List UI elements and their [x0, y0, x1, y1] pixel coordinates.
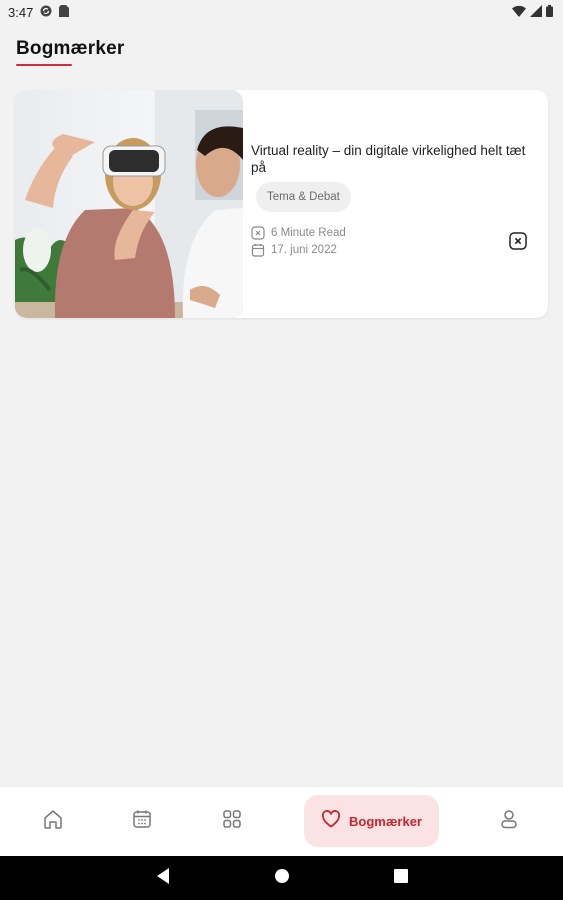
nav-categories[interactable]: [201, 795, 263, 847]
wifi-icon: [512, 5, 526, 20]
status-bar: 3:47: [0, 0, 563, 24]
page-title: Bogmærker: [16, 38, 125, 59]
back-icon: [155, 867, 171, 890]
category-chip[interactable]: Tema & Debat: [256, 182, 351, 212]
system-recents-button[interactable]: [381, 856, 421, 900]
home-icon: [42, 808, 64, 835]
title-underline: [16, 64, 72, 66]
status-right: [512, 4, 553, 20]
sim-card-icon: [59, 4, 70, 20]
calendar-icon: [131, 808, 153, 835]
date-row: 17. juni 2022: [251, 243, 337, 257]
sync-icon: [40, 5, 52, 20]
read-time-row: 6 Minute Read: [251, 226, 346, 240]
close-icon: [509, 231, 527, 255]
profile-icon: [499, 808, 519, 835]
article-image: [15, 90, 243, 318]
bottom-nav: Bogmærker: [0, 787, 563, 856]
status-left: 3:47: [8, 4, 70, 20]
status-time: 3:47: [8, 4, 34, 20]
battery-icon: [546, 4, 553, 20]
bookmark-card[interactable]: Virtual reality – din digitale virkeligh…: [15, 90, 548, 318]
nav-bookmarks[interactable]: Bogmærker: [304, 795, 439, 847]
nav-bookmarks-label: Bogmærker: [349, 813, 422, 829]
clock-icon: [251, 226, 265, 240]
publish-date: 17. juni 2022: [271, 244, 337, 256]
system-back-button[interactable]: [143, 856, 183, 900]
recents-icon: [394, 868, 408, 888]
remove-bookmark-button[interactable]: [508, 231, 528, 255]
system-nav: [0, 856, 563, 900]
article-title[interactable]: Virtual reality – din digitale virkeligh…: [251, 142, 541, 176]
heart-icon: [321, 809, 341, 833]
category-label: Tema & Debat: [267, 191, 340, 203]
read-time: 6 Minute Read: [271, 227, 346, 239]
nav-profile[interactable]: [478, 795, 540, 847]
signal-icon: [530, 4, 542, 20]
nav-calendar[interactable]: [111, 795, 173, 847]
system-home-button[interactable]: [262, 856, 302, 900]
grid-icon: [221, 808, 243, 835]
home-circle-icon: [274, 868, 290, 889]
calendar-small-icon: [251, 243, 265, 257]
nav-home[interactable]: [22, 795, 84, 847]
